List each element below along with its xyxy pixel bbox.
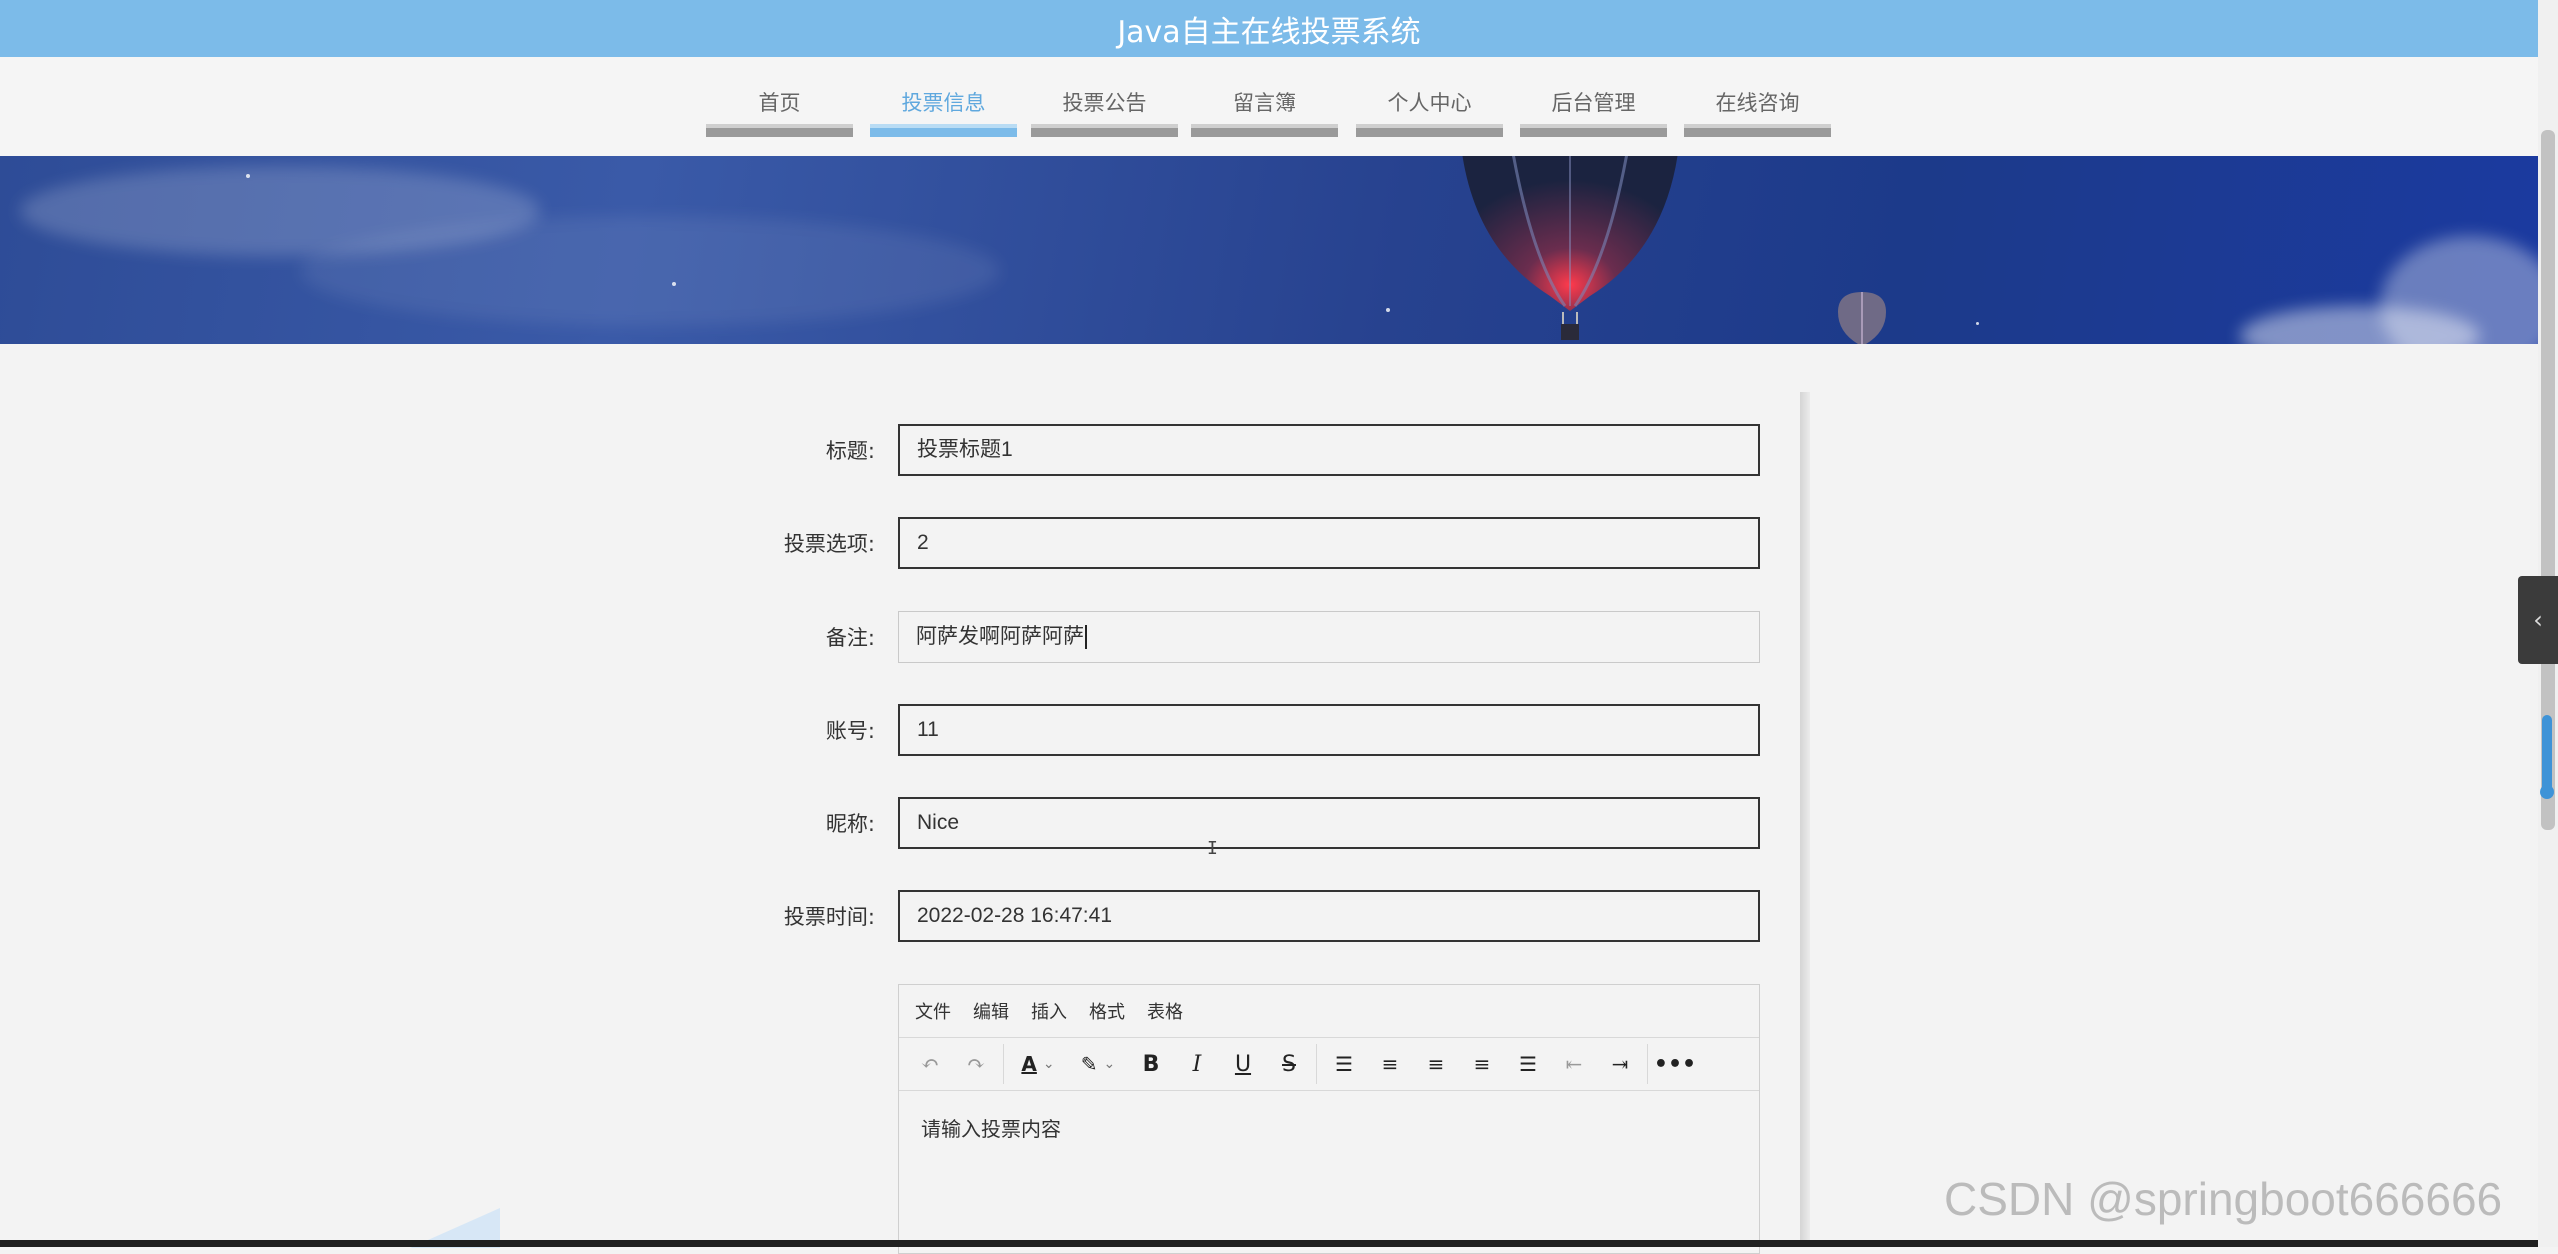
align-right-icon[interactable]: ≡ — [1459, 1044, 1505, 1084]
nav-item-vote-notice[interactable]: 投票公告 — [1031, 57, 1178, 156]
line-height-icon[interactable]: ☰ — [1321, 1044, 1367, 1084]
nav-item-bar — [1031, 124, 1178, 137]
site-header: Java自主在线投票系统 — [0, 0, 2538, 57]
nav-item-bar — [870, 124, 1017, 137]
site-title: Java自主在线投票系统 — [1117, 14, 1421, 50]
underline-icon[interactable]: U — [1220, 1044, 1266, 1084]
nav-item-label: 后台管理 — [1551, 91, 1636, 115]
nav-item-vote-info[interactable]: 投票信息 — [870, 57, 1017, 156]
form-row-remark: 备注: 阿萨发啊阿萨阿萨 — [0, 611, 1800, 665]
remark-text: 阿萨发啊阿萨阿萨 — [916, 625, 1084, 648]
vote-time-label: 投票时间: — [783, 905, 875, 929]
text-caret — [1085, 625, 1087, 650]
option-label: 投票选项: — [783, 532, 875, 556]
chevron-left-icon: ‹ — [2533, 606, 2543, 634]
italic-icon[interactable]: I — [1174, 1044, 1220, 1084]
text-color-icon[interactable]: A ⌄ — [1008, 1044, 1068, 1084]
editor-menubar: 文件 编辑 插入 格式 表格 — [899, 985, 1759, 1038]
align-center-icon[interactable]: ≡ — [1413, 1044, 1459, 1084]
small-balloon-icon — [1838, 292, 1886, 344]
nav-item-bar — [1520, 124, 1667, 137]
nav-item-bar — [706, 124, 853, 137]
nav-item-label: 在线咨询 — [1715, 91, 1800, 115]
toolbar-separator — [1316, 1044, 1317, 1084]
nav-item-guestbook[interactable]: 留言簿 — [1191, 57, 1338, 156]
form-row-option: 投票选项: 2 — [0, 517, 1800, 571]
card-shadow — [1800, 392, 1810, 1247]
more-icon[interactable]: ••• — [1652, 1044, 1698, 1084]
nav-item-label: 首页 — [758, 91, 801, 115]
main-nav: 首页 投票信息 投票公告 留言簿 个人中心 后台管理 在线咨询 — [0, 57, 2538, 156]
menu-edit[interactable]: 编辑 — [973, 998, 1009, 1024]
redo-icon[interactable]: ↷ — [953, 1044, 999, 1084]
editor-content-area[interactable]: 请输入投票内容 — [899, 1091, 1759, 1164]
form-row-nickname: 昵称: Nice — [0, 797, 1800, 851]
nav-item-bar — [1191, 124, 1338, 137]
bold-icon[interactable]: B — [1128, 1044, 1174, 1084]
thermometer-icon — [2540, 715, 2554, 799]
nav-item-label: 投票公告 — [1062, 91, 1147, 115]
toolbar-separator — [1003, 1044, 1004, 1084]
nav-item-home[interactable]: 首页 — [706, 57, 853, 156]
nav-item-admin[interactable]: 后台管理 — [1520, 57, 1667, 156]
account-input[interactable]: 11 — [898, 704, 1760, 756]
strikethrough-icon[interactable]: S — [1266, 1044, 1312, 1084]
remark-input[interactable]: 阿萨发啊阿萨阿萨 — [898, 611, 1760, 663]
title-label: 标题: — [825, 439, 875, 463]
watermark-text: CSDN @springboot666666 — [1944, 1173, 2503, 1225]
align-left-icon[interactable]: ≡ — [1367, 1044, 1413, 1084]
banner-star — [672, 282, 676, 286]
bottom-border — [0, 1240, 2538, 1247]
menu-table[interactable]: 表格 — [1147, 998, 1183, 1024]
option-input[interactable]: 2 — [898, 517, 1760, 569]
banner-star — [246, 174, 250, 178]
nickname-input[interactable]: Nice — [898, 797, 1760, 849]
undo-icon[interactable]: ↶ — [907, 1044, 953, 1084]
nav-item-bar — [1356, 124, 1503, 137]
highlight-color-icon[interactable]: ✎ ⌄ — [1068, 1044, 1128, 1084]
align-justify-icon[interactable]: ☰ — [1505, 1044, 1551, 1084]
hot-air-balloon-icon — [1462, 156, 1678, 340]
toolbar-separator — [1647, 1044, 1648, 1084]
nav-item-label: 留言簿 — [1233, 91, 1296, 115]
form-row-account: 账号: 11 — [0, 704, 1800, 758]
indent-icon[interactable]: ⇥ — [1597, 1044, 1643, 1084]
form-row-title: 标题: 投票标题1 — [0, 424, 1800, 478]
hero-banner — [0, 156, 2538, 344]
editor-placeholder: 请输入投票内容 — [921, 1117, 1061, 1141]
menu-format[interactable]: 格式 — [1089, 998, 1125, 1024]
menu-file[interactable]: 文件 — [915, 998, 951, 1024]
side-panel-toggle[interactable]: ‹ — [2518, 576, 2558, 664]
editor-toolbar: ↶ ↷ A ⌄ ✎ ⌄ B I U S ☰ ≡ ≡ ≡ ☰ ⇤ ⇥ ••• — [899, 1038, 1759, 1091]
title-input[interactable]: 投票标题1 — [898, 424, 1760, 476]
account-label: 账号: — [825, 719, 875, 743]
nickname-label: 昵称: — [825, 812, 875, 836]
vote-time-input[interactable]: 2022-02-28 16:47:41 — [898, 890, 1760, 942]
banner-star — [1976, 322, 1979, 325]
banner-star — [1386, 308, 1390, 312]
form-row-vote-time: 投票时间: 2022-02-28 16:47:41 — [0, 890, 1800, 944]
banner-cloud — [300, 216, 1000, 326]
text-cursor-icon: I — [1207, 838, 1218, 859]
menu-insert[interactable]: 插入 — [1031, 998, 1067, 1024]
nav-item-label: 个人中心 — [1387, 91, 1472, 115]
remark-label: 备注: — [825, 626, 875, 650]
nav-item-personal-center[interactable]: 个人中心 — [1356, 57, 1503, 156]
nav-item-online-consult[interactable]: 在线咨询 — [1684, 57, 1831, 156]
nav-item-bar — [1684, 124, 1831, 137]
rich-text-editor: 文件 编辑 插入 格式 表格 ↶ ↷ A ⌄ ✎ ⌄ B I U S ☰ ≡ ≡ ≡… — [898, 984, 1760, 1254]
outdent-icon[interactable]: ⇤ — [1551, 1044, 1597, 1084]
nav-item-label: 投票信息 — [901, 91, 986, 115]
